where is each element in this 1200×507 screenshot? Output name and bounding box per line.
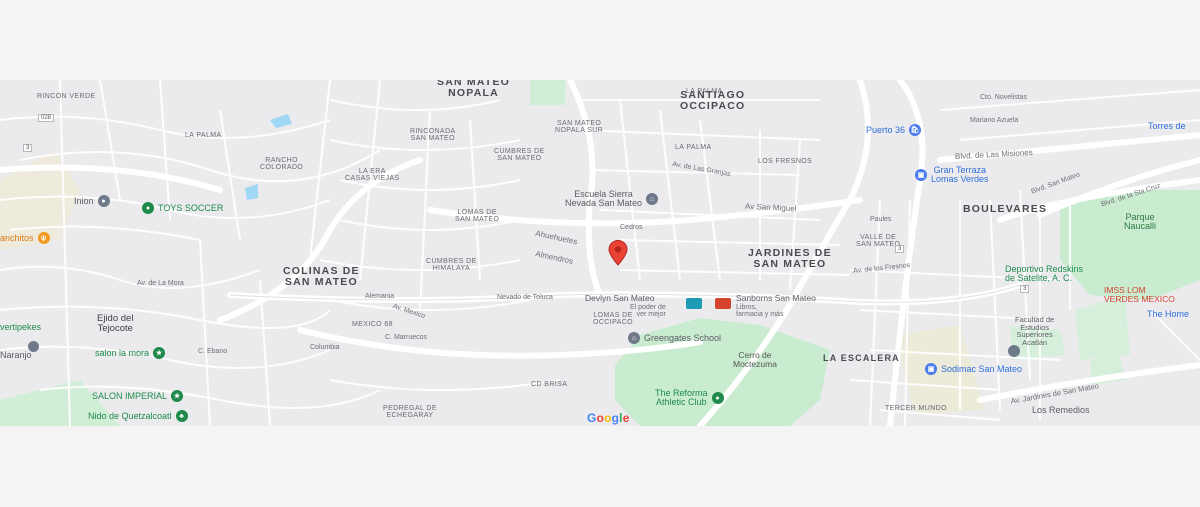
road-shield: 3 — [895, 245, 905, 253]
poi-imss[interactable]: IMSS LOM VERDES MEXICO — [1104, 286, 1175, 303]
area-la-palma-west: LA PALMA — [185, 132, 222, 139]
poi-devlyn-subtitle: El poder de ver mejor — [630, 304, 666, 318]
street-nevado: Nevado de Toluca — [497, 294, 553, 301]
poi-salon-la-mora[interactable]: salon la mora ★ — [95, 347, 166, 359]
area-los-fresnos: LOS FRESNOS — [758, 158, 813, 165]
street-av-la-mora: Av. de La Mora — [137, 280, 184, 287]
poi-devlyn[interactable]: Devlyn San Mateo — [585, 294, 654, 303]
park-icon: ♣ — [175, 410, 188, 422]
area-ejido-del-tejocote: Ejido del Tejocote — [97, 313, 134, 334]
neighborhood-san-mateo-nopala: SAN MATEO NOPALA — [437, 80, 511, 99]
poi-salon-imperial[interactable]: SALON IMPERIAL ★ — [92, 390, 184, 402]
poi-ranchitos[interactable]: anchitos ψ — [0, 232, 50, 244]
google-logo: Google — [587, 411, 630, 425]
shopping-icon: 🛍 — [909, 124, 922, 136]
street-c-ebano: C. Ebano — [198, 348, 228, 355]
sports-icon: ● — [142, 202, 154, 214]
sanborns-logo-icon — [715, 298, 731, 309]
area-nopala-sur: SAN MATEO NOPALA SUR — [555, 120, 604, 134]
poi-puerto-36[interactable]: Puerto 36 🛍 — [866, 124, 922, 136]
poi-parque-naucalli[interactable]: Parque Naucalli — [1124, 213, 1156, 231]
street-cto-novelistas: Cto. Novelistas — [980, 94, 1028, 101]
poi-sanborns[interactable]: Sanborns San Mateo — [736, 294, 816, 303]
restaurant-icon: ψ — [37, 232, 50, 244]
poi-toys-soccer[interactable]: ● TOYS SOCCER — [142, 202, 223, 214]
area-los-remedios: Los Remedios — [1032, 405, 1090, 415]
road-shield: 3 — [1020, 285, 1030, 293]
street-c-marruecos: C. Marruecos — [385, 334, 428, 341]
poi-gran-terraza[interactable]: ▣ Gran Terraza Lomas Verdes — [915, 166, 989, 184]
poi-facultad-acatlan[interactable]: Facultad de Estudios Superiores Acatlán — [1015, 316, 1054, 346]
poi-escuela-sierra-nevada[interactable]: Escuela Sierra Nevada San Mateo ⌂ — [565, 190, 659, 208]
sports-icon: ● — [711, 392, 724, 404]
neighborhood-la-escalera: LA ESCALERA — [823, 353, 900, 363]
street-alemania: Alemania — [365, 293, 395, 300]
neighborhood-boulevares: BOULEVARES — [963, 203, 1048, 215]
road-shield: 028 — [38, 114, 55, 122]
poi-reforma-athletic[interactable]: The Reforma Athletic Club ● — [655, 389, 724, 407]
street-columbia: Columbia — [310, 344, 340, 351]
area-rincon-verde: RINCON VERDE — [37, 93, 96, 100]
area-cd-brisa: CD BRISA — [531, 381, 568, 388]
area-rinconada: RINCONADA SAN MATEO — [410, 128, 456, 142]
shopping-icon: ▣ — [915, 169, 927, 181]
area-la-palma-north: LA PALMA — [675, 144, 712, 151]
area-lomas-sm: LOMAS DE SAN MATEO — [455, 209, 500, 223]
area-mexico-68: MEXICO 68 — [352, 321, 393, 328]
area-cumbres-himalaya: CUMBRES DE HIMALAYA — [426, 258, 477, 272]
school-icon — [1008, 345, 1020, 361]
area-rancho-colorado: RANCHO COLORADO — [260, 157, 304, 171]
area-tercer-mundo: TERCER MUNDO — [885, 405, 947, 412]
map-view[interactable]: SAN MATEO NOPALA SANTIAGO OCCIPACO COLIN… — [0, 80, 1200, 426]
area-valle-sm: VALLE DE SAN MATEO — [856, 234, 901, 248]
poi-nido-quetzalcoatl[interactable]: Nido de Quetzalcoatl ♣ — [88, 410, 188, 422]
neighborhood-jardines-de-san-mateo: JARDINES DE SAN MATEO — [748, 247, 832, 270]
street-cedros: Cedros — [620, 224, 643, 231]
event-icon: ★ — [171, 390, 184, 402]
event-icon: ★ — [153, 347, 166, 359]
place-icon: ● — [97, 195, 110, 207]
poi-deportivo-redskins[interactable]: Deportivo Redskins de Satelite, A. C. — [1005, 265, 1083, 283]
poi-sanborns-subtitle: Libros, farmacia y más — [736, 304, 784, 318]
poi-sodimac[interactable]: ▣ Sodimac San Mateo — [925, 363, 1022, 375]
poi-greengates-school[interactable]: ⌂ Greengates School — [628, 332, 721, 344]
poi-inion[interactable]: Inion ● — [74, 195, 110, 207]
area-naranjo: Naranjo — [0, 350, 32, 360]
optics-logo-icon — [686, 298, 702, 309]
school-icon: ⌂ — [628, 332, 640, 344]
area-la-era: LA ERA CASAS VIEJAS — [345, 168, 400, 182]
area-lomas-occipaco: LOMAS DE OCCIPACO — [593, 312, 634, 326]
area-la-palma-east: LA PALMA — [686, 88, 723, 95]
location-pin-icon[interactable] — [607, 240, 629, 266]
poi-the-home[interactable]: The Home — [1147, 310, 1189, 319]
neighborhood-colinas-de-san-mateo: COLINAS DE SAN MATEO — [283, 265, 360, 288]
area-cumbres-sm: CUMBRES DE SAN MATEO — [494, 148, 545, 162]
street-mariano-azuela: Mariano Azuela — [970, 117, 1019, 124]
school-icon: ⌂ — [646, 193, 659, 205]
area-pedregal: PEDREGAL DE ECHEGARAY — [383, 405, 437, 419]
poi-torres[interactable]: Torres de — [1148, 122, 1186, 131]
place-icon — [28, 340, 39, 356]
shopping-icon: ▣ — [925, 363, 937, 375]
poi-cerro-moctezuma: Cerro de Moctezuma — [733, 350, 777, 369]
road-shield: 3 — [23, 144, 33, 152]
poi-vertipekes[interactable]: vertipekes — [0, 323, 41, 332]
street-paules: Paules — [870, 216, 892, 223]
